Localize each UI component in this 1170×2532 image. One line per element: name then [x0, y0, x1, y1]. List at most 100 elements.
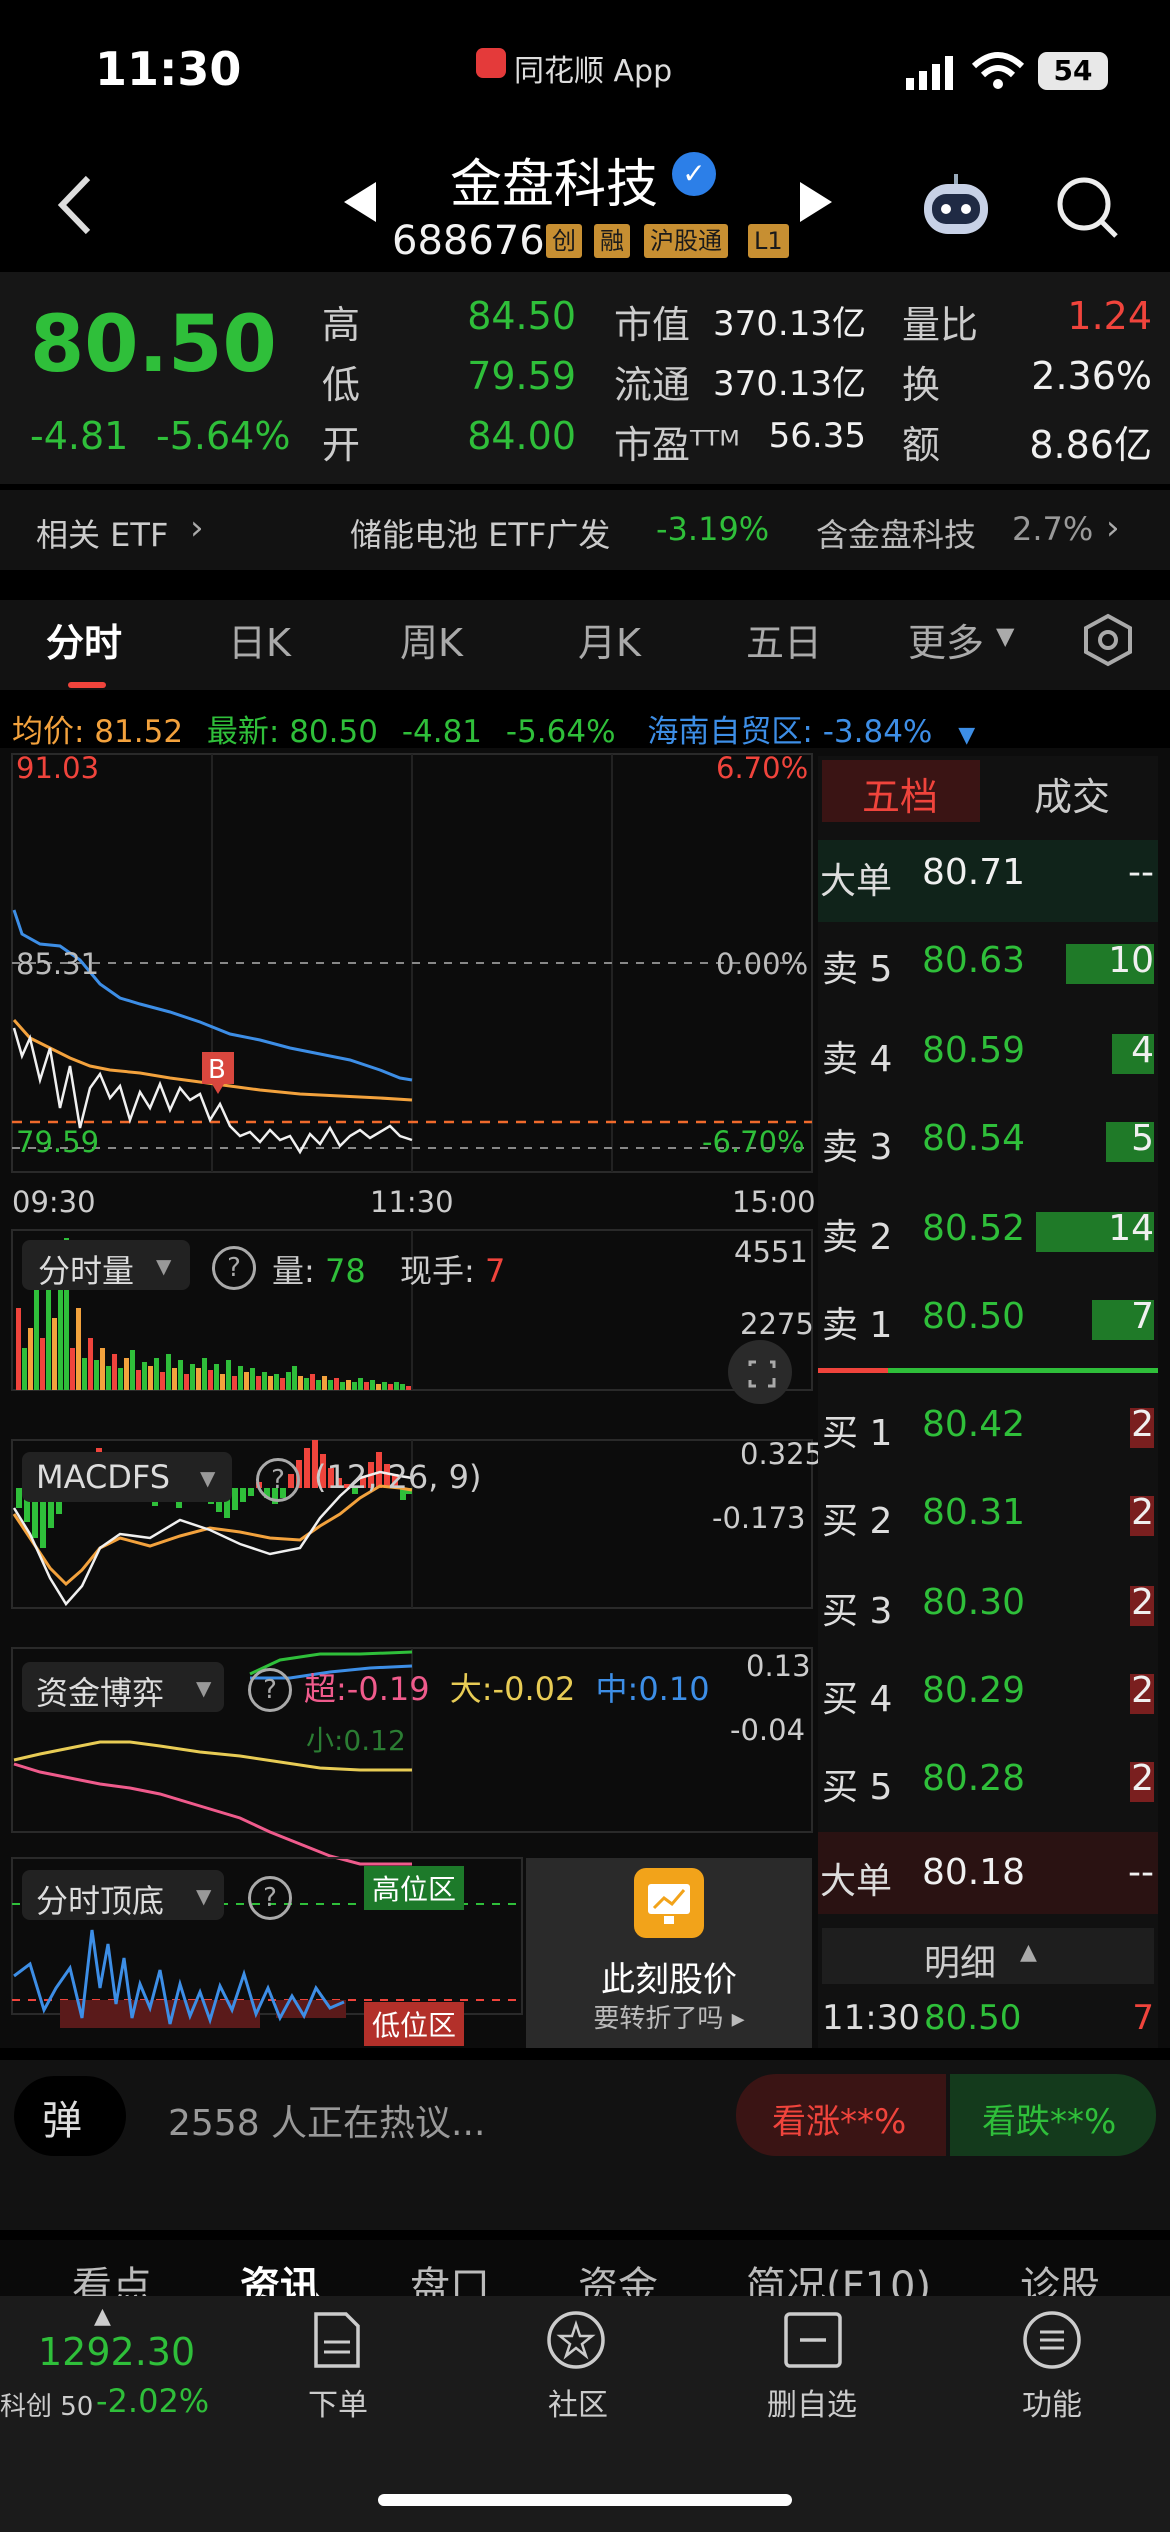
intraday-info-line: 均价: 81.52 最新: 80.50 -4.81 -5.64% 海南自贸区: … [12, 706, 975, 751]
nav-functions[interactable]: 功能 [972, 2380, 1132, 2424]
tab-daily-k[interactable]: 日K [228, 612, 291, 667]
bid4-price[interactable]: 80.29 [922, 1670, 1025, 1711]
big-sell-vol: -- [1128, 852, 1154, 893]
etf-contains: 含金盘科技 [816, 516, 977, 554]
bid5-price[interactable]: 80.28 [922, 1758, 1025, 1799]
back-icon[interactable] [48, 170, 108, 240]
help-icon[interactable]: ? [256, 1458, 300, 1502]
tab-more[interactable]: 更多 [908, 612, 984, 667]
detail-label[interactable]: 明细 [924, 1934, 996, 1986]
next-stock-icon[interactable] [798, 180, 834, 224]
tab-monthly-k[interactable]: 月K [578, 612, 641, 667]
turnover-label: 换 [902, 363, 941, 407]
ask1-price[interactable]: 80.50 [922, 1296, 1025, 1337]
settings-hexagon-icon[interactable] [1080, 612, 1136, 668]
search-icon[interactable] [1052, 172, 1122, 242]
ask5-price[interactable]: 80.63 [922, 940, 1025, 981]
current-hand: 现手: 7 [400, 1252, 506, 1290]
volume-axis-mid: 2275 [740, 1307, 814, 1341]
tab-five-day[interactable]: 五日 [746, 612, 822, 667]
nav-order[interactable]: 下单 [258, 2380, 418, 2424]
trade-price: 80.50 [924, 1998, 1022, 2038]
price-change-pct: -5.64% [156, 414, 291, 458]
help-icon[interactable]: ? [212, 1246, 256, 1290]
tab-weekly-k[interactable]: 周K [400, 612, 463, 667]
buy-marker[interactable]: B [208, 1055, 226, 1085]
etf-change: -3.19% [656, 510, 770, 548]
tab-intraday[interactable]: 分时 [46, 612, 122, 667]
big-sell-price: 80.71 [922, 852, 1026, 893]
high-value: 84.50 [467, 294, 576, 338]
topbottom-indicator-label[interactable]: 分时顶底 [36, 1876, 164, 1922]
verified-icon: ✓ [672, 152, 716, 196]
ask2-vol: 14 [1108, 1208, 1154, 1249]
index-value[interactable]: 1292.30 [38, 2330, 195, 2374]
status-time: 11:30 [95, 42, 242, 96]
tab-trades[interactable]: 成交 [1034, 766, 1110, 821]
avg-price: 均价: 81.52 [12, 714, 184, 750]
help-icon[interactable]: ? [248, 1668, 292, 1712]
promo-title[interactable]: 此刻股价 [526, 1952, 812, 2001]
tab-five-levels[interactable]: 五档 [862, 766, 938, 821]
bid1-label: 买 1 [822, 1413, 893, 1454]
bid1-price[interactable]: 80.42 [922, 1404, 1025, 1445]
big-buy-price: 80.18 [922, 1852, 1026, 1893]
bid3-price[interactable]: 80.30 [922, 1582, 1025, 1623]
help-icon[interactable]: ? [248, 1876, 292, 1920]
volume-qty: 量: 78 [272, 1252, 366, 1290]
chevron-up-icon: ▲ [94, 2304, 111, 2329]
app-logo-icon [476, 48, 506, 78]
dropdown-icon[interactable]: ▼ [958, 723, 975, 748]
axis-top-price: 91.03 [16, 751, 99, 785]
ask5-label: 卖 5 [822, 949, 893, 990]
expand-chart-icon[interactable] [728, 1340, 792, 1404]
nav-community[interactable]: 社区 [498, 2380, 658, 2424]
home-indicator[interactable] [378, 2494, 792, 2506]
fund-indicator-label[interactable]: 资金博弈 [36, 1668, 164, 1714]
fund-axis-top: 0.13 [746, 1649, 811, 1683]
nav-remove-watchlist[interactable]: 删自选 [732, 2380, 892, 2424]
tag-chuang: 创 [546, 224, 582, 258]
sector-change[interactable]: 海南自贸区: -3.84% [647, 714, 932, 750]
axis-mid-price: 85.31 [16, 947, 99, 981]
chevron-right-icon: › [190, 508, 204, 548]
high-zone-badge: 高位区 [364, 1866, 465, 1910]
volratio-label: 量比 [902, 303, 979, 347]
ask4-price[interactable]: 80.59 [922, 1030, 1025, 1071]
ask3-price[interactable]: 80.54 [922, 1118, 1025, 1159]
danmaku-label[interactable]: 弹 [42, 2088, 82, 2146]
low-value: 79.59 [467, 354, 576, 398]
bearish-label[interactable]: 看跌**% [982, 2094, 1116, 2143]
tag-hugutong: 沪股通 [644, 224, 728, 258]
menu-icon[interactable] [1020, 2308, 1084, 2372]
discussion-count[interactable]: 2558 人正在热议... [168, 2094, 485, 2146]
latest-change-pct: -5.64% [505, 714, 616, 750]
dropdown-icon: ▼ [196, 1884, 212, 1908]
community-icon[interactable] [544, 2308, 608, 2372]
macd-params: (12, 26, 9) [314, 1458, 482, 1496]
bid5-label: 买 5 [822, 1767, 893, 1808]
etf-name[interactable]: 储能电池 ETF广发 [350, 510, 610, 556]
remove-watchlist-icon[interactable] [782, 2310, 844, 2370]
order-icon[interactable] [310, 2310, 364, 2370]
etf-label[interactable]: 相关 ETF [36, 510, 168, 556]
fund-axis-mid: -0.04 [730, 1713, 805, 1747]
status-app-name[interactable]: 同花顺 App [514, 46, 672, 90]
axis-top-pct: 6.70% [716, 751, 808, 785]
dropdown-icon: ▼ [156, 1254, 172, 1278]
bid2-price[interactable]: 80.31 [922, 1492, 1025, 1533]
bid2-vol: 2 [1131, 1492, 1154, 1533]
volume-indicator-label[interactable]: 分时量 [38, 1246, 134, 1292]
intraday-chart[interactable]: B 91.03 6.70% 85.31 0.00% 79.59 -6.70% 0… [0, 748, 820, 2048]
promo-subtitle[interactable]: 要转折了吗 ▸ [526, 1998, 812, 2035]
prev-stock-icon[interactable] [342, 180, 378, 224]
trade-vol: 7 [1132, 1998, 1154, 2038]
robot-assistant-icon[interactable] [918, 172, 994, 238]
ask2-price[interactable]: 80.52 [922, 1208, 1025, 1249]
bullish-label[interactable]: 看涨**% [772, 2094, 906, 2143]
latest-change: -4.81 [401, 714, 483, 750]
ask1-label: 卖 1 [822, 1305, 893, 1346]
mktcap-value: 370.13亿 [713, 304, 866, 344]
fund-small: 小:0.12 [306, 1724, 406, 1757]
macd-indicator-label[interactable]: MACDFS [36, 1458, 170, 1496]
